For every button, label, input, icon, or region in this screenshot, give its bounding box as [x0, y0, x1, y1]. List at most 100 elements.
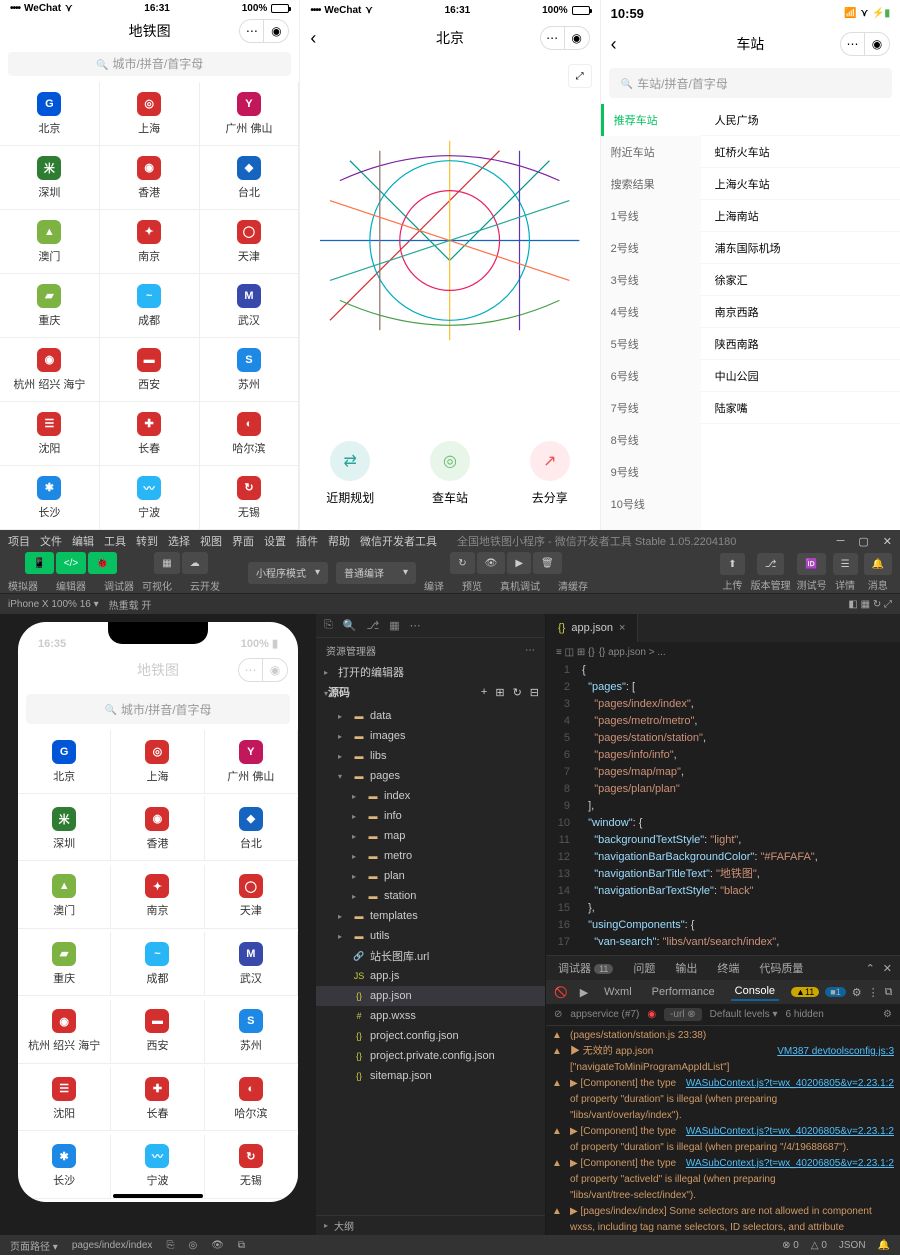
station-tab[interactable]: 9号线	[601, 456, 701, 488]
subtab-performance[interactable]: Performance	[648, 984, 719, 1000]
close-target-icon[interactable]: ◉	[565, 27, 589, 49]
path-label[interactable]: 页面路径 ▾	[10, 1238, 58, 1253]
details-button[interactable]: ☰	[833, 553, 858, 575]
subtab-wxml[interactable]: Wxml	[600, 984, 636, 1000]
metro-map-canvas[interactable]: ⤢	[300, 56, 599, 425]
menu-item[interactable]: 工具	[104, 533, 126, 549]
source-link[interactable]: WASubContext.js?t=wx_40206805&v=2.23.1:2	[686, 1157, 894, 1171]
test-id-button[interactable]: 🆔	[797, 553, 825, 575]
folder-item[interactable]: ▸▬info	[316, 806, 545, 826]
city-cell[interactable]: ▲澳门	[0, 210, 100, 274]
station-item[interactable]: 浦东国际机场	[701, 232, 900, 264]
more-icon[interactable]: ⋯	[240, 20, 264, 42]
city-cell[interactable]: ◉杭州 绍兴 海宁	[0, 338, 100, 402]
menu-item[interactable]: 文件	[40, 533, 62, 549]
current-path[interactable]: pages/index/index	[72, 1240, 153, 1251]
city-cell[interactable]: ◆台北	[205, 797, 298, 861]
menu-item[interactable]: 转到	[136, 533, 158, 549]
version-button[interactable]: ⎇	[757, 553, 785, 575]
editor-toggle[interactable]: </>	[56, 552, 86, 574]
station-tab[interactable]: 1号线	[601, 200, 701, 232]
station-tab[interactable]: 6号线	[601, 360, 701, 392]
expand-button[interactable]: ⤢	[568, 64, 592, 88]
station-tab[interactable]: 4号线	[601, 296, 701, 328]
outline-section[interactable]: ▸大纲	[316, 1215, 545, 1235]
preview-button[interactable]: 👁	[477, 552, 506, 574]
eye-icon[interactable]: 👁	[211, 1240, 224, 1251]
live-indicator[interactable]: ◉	[647, 1009, 656, 1020]
editor-tab-appjson[interactable]: {} app.json ×	[546, 614, 638, 642]
compile-button[interactable]: ↻	[450, 552, 474, 574]
clear-cache-button[interactable]: 🗑	[533, 552, 562, 574]
warnings-count[interactable]: △ 0	[811, 1240, 827, 1251]
city-cell[interactable]: ▲澳门	[18, 865, 111, 929]
city-cell[interactable]: Y广州 佛山	[200, 82, 300, 146]
menu-item[interactable]: 项目	[8, 533, 30, 549]
tab-terminal[interactable]: 终端	[713, 958, 743, 978]
capsule-menu[interactable]: ⋯◉	[238, 658, 288, 682]
copy-path-icon[interactable]: ⎘	[166, 1240, 174, 1251]
menu-item[interactable]: 帮助	[328, 533, 350, 549]
station-item[interactable]: 陕西南路	[701, 328, 900, 360]
action-button[interactable]: ⇄近期规划	[300, 441, 400, 506]
collapse-icon[interactable]: ⊟	[530, 686, 539, 699]
menu-item[interactable]: 设置	[264, 533, 286, 549]
city-cell[interactable]: ◯天津	[205, 865, 298, 929]
station-tab[interactable]: 3号线	[601, 264, 701, 296]
debugger-toggle[interactable]: 🐞	[88, 552, 116, 574]
city-cell[interactable]: ✚长春	[111, 1067, 204, 1131]
capsule-menu[interactable]: ⋯◉	[840, 32, 890, 56]
city-cell[interactable]: ▰重庆	[18, 932, 111, 996]
file-item[interactable]: JSapp.js	[316, 966, 545, 986]
extensions-icon[interactable]: ▦	[389, 619, 399, 632]
expand-icon[interactable]: ⌃	[866, 962, 875, 975]
close-button[interactable]: ✕	[883, 535, 892, 548]
station-tab[interactable]: 7号线	[601, 392, 701, 424]
branch-icon[interactable]: ⎇	[367, 619, 380, 632]
tab-codequality[interactable]: 代码质量	[755, 958, 807, 978]
menu-item[interactable]: 编辑	[72, 533, 94, 549]
file-item[interactable]: 🔗站长图库.url	[316, 946, 545, 966]
city-cell[interactable]: ✚长春	[100, 402, 200, 466]
city-cell[interactable]: ~成都	[111, 932, 204, 996]
city-cell[interactable]: ◎上海	[111, 730, 204, 794]
city-cell[interactable]: ▰重庆	[0, 274, 100, 338]
folder-item[interactable]: ▸▬index	[316, 786, 545, 806]
city-cell[interactable]: ↻无锡	[200, 466, 300, 530]
folder-item[interactable]: ▸▬libs	[316, 746, 545, 766]
capsule-menu[interactable]: ⋯◉	[540, 26, 590, 50]
messages-button[interactable]: 🔔	[864, 553, 892, 575]
editor-breadcrumb[interactable]: ≡ ◫ ⊞ {} {} app.json > ...	[546, 642, 900, 662]
play-icon[interactable]: ▶	[580, 986, 588, 999]
more-icon[interactable]: ⋮	[868, 986, 879, 999]
city-cell[interactable]: ◎上海	[100, 82, 200, 146]
station-tab[interactable]: 搜索结果	[601, 168, 701, 200]
language-indicator[interactable]: JSON	[839, 1240, 866, 1251]
station-item[interactable]: 南京西路	[701, 296, 900, 328]
city-cell[interactable]: 米深圳	[18, 797, 111, 861]
file-item[interactable]: {}app.json	[316, 986, 545, 1006]
city-cell[interactable]: ✱长沙	[0, 466, 100, 530]
new-file-icon[interactable]: +	[481, 686, 487, 699]
city-cell[interactable]: Y广州 佛山	[205, 730, 298, 794]
console-output[interactable]: ▲(pages/station/station.js 23:38)▲▶ 无效的 …	[546, 1026, 900, 1235]
filter-input[interactable]: -url ⊗	[664, 1008, 702, 1021]
city-cell[interactable]: G北京	[0, 82, 100, 146]
folder-item[interactable]: ▸▬plan	[316, 866, 545, 886]
city-cell[interactable]: ▬西安	[100, 338, 200, 402]
popout-icon[interactable]: ⧉	[885, 986, 893, 999]
folder-item[interactable]: ▸▬images	[316, 726, 545, 746]
folder-item[interactable]: ▸▬map	[316, 826, 545, 846]
station-item[interactable]: 陆家嘴	[701, 392, 900, 424]
more-icon[interactable]: ⋯	[410, 619, 421, 632]
back-button[interactable]: ‹	[611, 34, 617, 55]
city-cell[interactable]: ↻无锡	[205, 1135, 298, 1199]
search-input[interactable]: 城市/拼音/首字母	[8, 52, 291, 76]
station-item[interactable]: 人民广场	[701, 104, 900, 136]
menu-item[interactable]: 视图	[200, 533, 222, 549]
station-item[interactable]: 上海南站	[701, 200, 900, 232]
city-cell[interactable]: 米深圳	[0, 146, 100, 210]
city-cell[interactable]: ✦南京	[111, 865, 204, 929]
action-button[interactable]: ↗去分享	[500, 441, 600, 506]
station-tab[interactable]: 推荐车站	[601, 104, 701, 136]
